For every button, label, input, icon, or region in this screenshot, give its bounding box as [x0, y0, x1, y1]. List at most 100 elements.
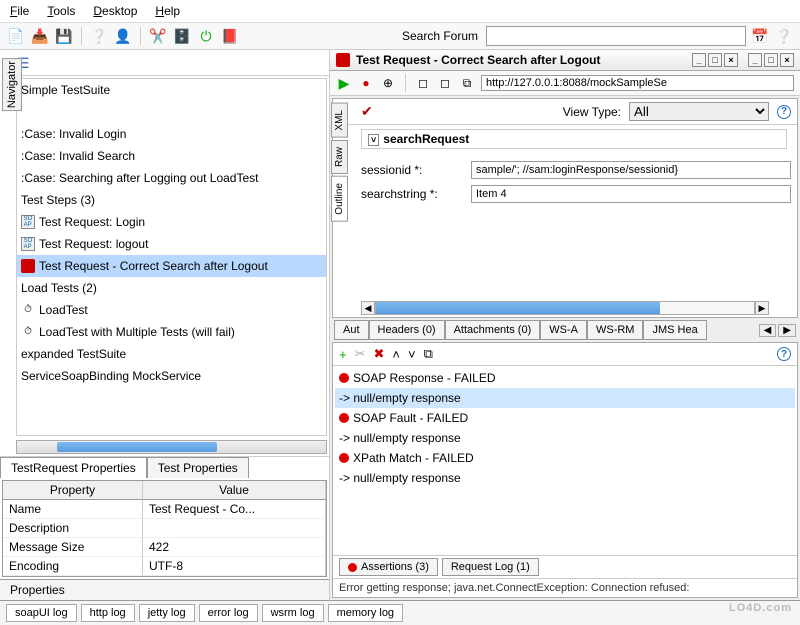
scroll-left-icon[interactable]: ◀ [361, 301, 375, 315]
up-icon[interactable]: ˄ [392, 347, 400, 362]
tab-jms[interactable]: JMS Hea [643, 320, 706, 340]
tab-testrequest-properties[interactable]: TestRequest Properties [0, 457, 147, 478]
url-field[interactable]: http://127.0.0.1:8088/mockSampleSe [481, 75, 794, 91]
clock-icon: ⏱ [21, 303, 35, 317]
view-type-label: View Type: [563, 105, 621, 119]
add-icon[interactable]: ⊕ [380, 75, 396, 91]
tree-item[interactable]: SOAPTest Request: Login [17, 211, 326, 233]
tab-wsrm[interactable]: WS-RM [587, 320, 644, 340]
validate-icon[interactable]: ✔ [361, 103, 373, 120]
window2-icon[interactable]: ◻ [437, 75, 453, 91]
tabs-right-icon[interactable]: ▶ [778, 324, 796, 337]
add-assertion-icon[interactable]: + [339, 347, 347, 362]
help-icon[interactable]: ❔ [89, 26, 109, 46]
view-type-select[interactable]: All [629, 102, 769, 121]
menu-help[interactable]: Help [155, 4, 180, 18]
tab-assertions[interactable]: Assertions (3) [339, 558, 438, 576]
tree-item[interactable]: ⏱LoadTest with Multiple Tests (will fail… [17, 321, 326, 343]
searchstring-input[interactable] [471, 185, 791, 203]
navigator-tree[interactable]: Simple TestSuite :Case: Invalid Login :C… [16, 78, 327, 436]
tree-item[interactable]: expanded TestSuite [17, 343, 326, 365]
tree-item[interactable]: Load Tests (2) [17, 277, 326, 299]
maximize-icon[interactable]: □ [764, 53, 778, 67]
new-icon[interactable]: 📄 [6, 26, 26, 46]
log-tab-error[interactable]: error log [199, 604, 258, 622]
sessionid-input[interactable] [471, 161, 791, 179]
log-tab-jetty[interactable]: jetty log [139, 604, 195, 622]
window-title-text: Test Request - Correct Search after Logo… [356, 53, 601, 67]
remove-icon[interactable]: ✖ [374, 346, 385, 362]
navigator-tab[interactable]: Navigator [2, 58, 22, 111]
calendar-icon[interactable]: 📅 [750, 26, 770, 46]
tree-item[interactable]: ServiceSoapBinding MockService [17, 365, 326, 387]
tree-item[interactable] [17, 101, 326, 123]
search-forum-input[interactable] [486, 26, 746, 46]
properties-bottom-tab[interactable]: Properties [0, 579, 329, 600]
xml-node[interactable]: ˅searchRequest [361, 129, 787, 149]
window-icon [336, 53, 350, 67]
tree-item[interactable]: :Case: Invalid Login [17, 123, 326, 145]
tree-item-selected[interactable]: Test Request - Correct Search after Logo… [17, 255, 326, 277]
tree-item[interactable]: Test Steps (3) [17, 189, 326, 211]
server-icon[interactable]: 🗄️ [172, 26, 192, 46]
side-tab-outline[interactable]: Outline [331, 176, 348, 222]
tree-item[interactable]: :Case: Invalid Search [17, 145, 326, 167]
tree-item[interactable]: SOAPTest Request: logout [17, 233, 326, 255]
side-tab-xml[interactable]: XML [331, 103, 348, 138]
stop-icon[interactable]: ● [358, 75, 374, 91]
assertion-item[interactable]: SOAP Fault - FAILED [335, 408, 795, 428]
side-tab-raw[interactable]: Raw [331, 140, 348, 174]
field-label-searchstring: searchstring *: [361, 187, 461, 201]
minimize-inner-icon[interactable]: _ [692, 53, 706, 67]
help2-icon[interactable]: ❔ [774, 26, 794, 46]
assertion-item[interactable]: -> null/empty response [335, 428, 795, 448]
tree-item[interactable]: Simple TestSuite [17, 79, 326, 101]
log-tab-http[interactable]: http log [81, 604, 135, 622]
log-tab-soapui[interactable]: soapUI log [6, 604, 77, 622]
assertion-list[interactable]: SOAP Response - FAILED -> null/empty res… [333, 366, 797, 555]
help-icon[interactable]: ? [777, 347, 791, 361]
run-icon[interactable]: ▶ [336, 75, 352, 91]
menu-desktop[interactable]: Desktop [93, 4, 137, 18]
close-inner-icon[interactable]: × [724, 53, 738, 67]
tab-wsa[interactable]: WS-A [540, 320, 587, 340]
menu-file[interactable]: FFileile [10, 4, 29, 18]
assertion-item[interactable]: -> null/empty response [335, 468, 795, 488]
prefs-icon[interactable]: ✂️ [148, 26, 168, 46]
tree-hscroll[interactable] [16, 440, 327, 454]
log-tab-wsrm[interactable]: wsrm log [262, 604, 324, 622]
assertion-item[interactable]: SOAP Response - FAILED [335, 368, 795, 388]
maximize-inner-icon[interactable]: □ [708, 53, 722, 67]
menu-tools[interactable]: Tools [47, 4, 75, 18]
exit-icon[interactable]: 📕 [220, 26, 240, 46]
assertion-item[interactable]: -> null/empty response [335, 388, 795, 408]
copy-icon[interactable]: ⧉ [459, 75, 475, 91]
tree-item[interactable]: :Case: Searching after Logging out LoadT… [17, 167, 326, 189]
tabs-left-icon[interactable]: ◀ [759, 324, 777, 337]
search-forum-label: Search Forum [402, 29, 478, 43]
config-icon[interactable]: ✂ [355, 346, 366, 362]
clone-icon[interactable]: ⧉ [424, 346, 433, 362]
minimize-icon[interactable]: _ [748, 53, 762, 67]
tree-item[interactable]: ⏱LoadTest [17, 299, 326, 321]
fail-dot-icon [339, 453, 349, 463]
log-tab-memory[interactable]: memory log [328, 604, 403, 622]
save-all-icon[interactable]: 💾 [54, 26, 74, 46]
tab-request-log[interactable]: Request Log (1) [442, 558, 539, 576]
tab-headers[interactable]: Headers (0) [369, 320, 445, 340]
assertion-item[interactable]: XPath Match - FAILED [335, 448, 795, 468]
tab-attachments[interactable]: Attachments (0) [445, 320, 541, 340]
window1-icon[interactable]: ◻ [415, 75, 431, 91]
close-icon[interactable]: × [780, 53, 794, 67]
user-icon[interactable]: 👤 [113, 26, 133, 46]
clock-icon: ⏱ [21, 325, 35, 339]
tab-test-properties[interactable]: Test Properties [147, 457, 249, 478]
scroll-right-icon[interactable]: ▶ [755, 301, 769, 315]
down-icon[interactable]: ˅ [408, 347, 416, 362]
import-icon[interactable]: 📥 [30, 26, 50, 46]
power-icon[interactable]: ⏻ [196, 26, 216, 46]
xml-hscroll[interactable]: ◀ ▶ [361, 301, 769, 315]
tab-aut[interactable]: Aut [334, 320, 369, 340]
collapse-icon[interactable]: ˅ [368, 134, 379, 146]
help-icon[interactable]: ? [777, 105, 791, 119]
